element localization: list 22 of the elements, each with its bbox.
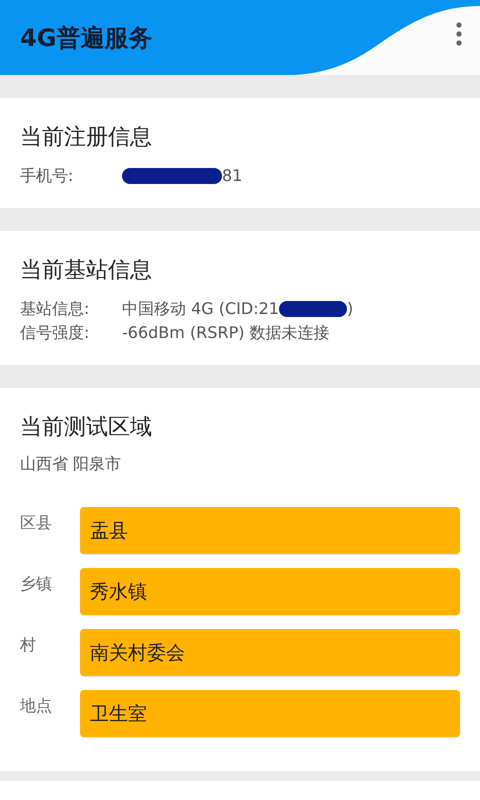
location-select[interactable]: 南关村委会 (80, 629, 460, 676)
field-label: 村 (20, 634, 37, 656)
location-select[interactable]: 秀水镇 (80, 568, 460, 615)
more-options-icon[interactable] (456, 22, 462, 46)
region-text: 山西省 阳泉市 (20, 454, 122, 475)
info-value: ) (346, 298, 354, 320)
location-select[interactable]: 盂县 (80, 507, 460, 554)
field-label: 地点 (20, 695, 53, 717)
info-value: 中国移动 4G (CID:21 (122, 298, 279, 320)
info-label: 信号强度: (20, 322, 90, 344)
section-title: 当前基站信息 (20, 257, 153, 285)
field-label: 乡镇 (20, 573, 53, 595)
field-label: 区县 (20, 512, 53, 534)
info-value: 81 (222, 165, 242, 187)
info-label: 基站信息: (20, 298, 90, 320)
app-title: 4G普遍服务 (20, 22, 152, 54)
location-select[interactable]: 卫生室 (80, 690, 460, 737)
info-label: 手机号: (20, 165, 74, 187)
info-value: -66dBm (RSRP) 数据未连接 (122, 322, 330, 344)
redaction-mark (278, 301, 347, 317)
section-title: 当前测试区域 (20, 414, 153, 442)
section-title: 当前注册信息 (20, 124, 153, 152)
